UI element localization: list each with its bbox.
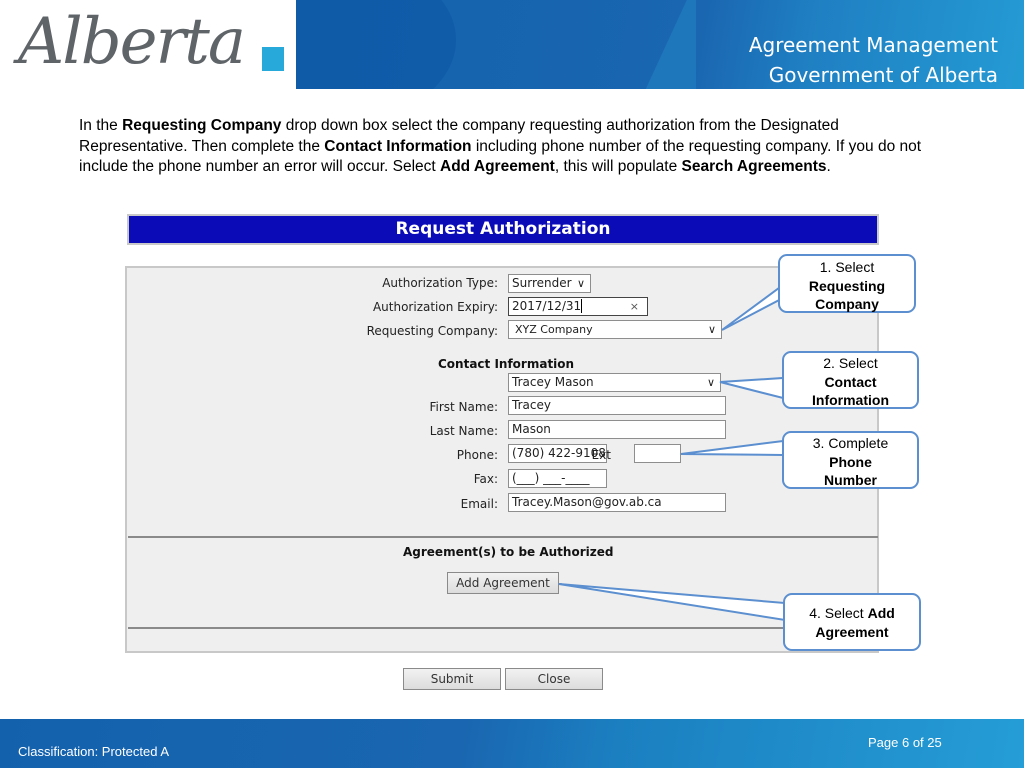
last-name-label: Last Name: — [429, 424, 498, 438]
close-button[interactable]: Close — [505, 668, 603, 690]
email-input[interactable]: Tracey.Mason@gov.ab.ca — [508, 493, 726, 512]
chevron-down-icon: ∨ — [576, 277, 585, 290]
authorization-type-value: Surrender — [512, 276, 572, 290]
alberta-logo: Alberta — [0, 0, 296, 89]
section-divider — [128, 536, 878, 538]
callout-3-step: 3. Complete — [812, 435, 889, 451]
instr-text: . — [826, 158, 831, 175]
callout-4: 4. Select Add Agreement — [783, 593, 921, 651]
instr-bold: Search Agreements — [681, 158, 827, 175]
requesting-company-label: Requesting Company: — [366, 324, 498, 338]
requesting-company-select[interactable]: XYZ Company ∨ — [508, 320, 722, 339]
instr-text: In the — [79, 117, 123, 134]
logo-square-icon — [262, 47, 284, 71]
email-label: Email: — [460, 497, 498, 511]
fax-value: (___) ___-____ — [512, 471, 590, 485]
callout-1: 1. Select Requesting Company — [778, 254, 916, 313]
authorization-expiry-label: Authorization Expiry: — [372, 300, 498, 314]
authorization-type-select[interactable]: Surrender ∨ — [508, 274, 591, 293]
logo-wordmark: Alberta — [18, 5, 246, 79]
first-name-value: Tracey — [512, 398, 551, 412]
contact-select[interactable]: Tracey Mason ∨ — [508, 373, 721, 392]
requesting-company-value: XYZ Company — [515, 323, 593, 336]
section-divider — [128, 627, 878, 629]
authorization-type-label: Authorization Type: — [382, 276, 498, 290]
instr-bold: Requesting Company — [122, 117, 282, 134]
fax-input[interactable]: (___) ___-____ — [508, 469, 607, 488]
callout-4-step: 4. Select — [809, 605, 868, 621]
contact-select-value: Tracey Mason — [512, 375, 594, 389]
clear-icon[interactable]: × — [630, 298, 639, 315]
fax-label: Fax: — [473, 472, 498, 486]
email-value: Tracey.Mason@gov.ab.ca — [512, 495, 662, 509]
last-name-value: Mason — [512, 422, 551, 436]
instr-bold: Contact Information — [324, 137, 472, 155]
callout-3-target: Phone Number — [824, 453, 877, 489]
form-title: Request Authorization — [127, 214, 879, 245]
callout-2: 2. Select Contact Information — [782, 351, 919, 409]
chevron-down-icon: ∨ — [706, 376, 715, 389]
submit-button[interactable]: Submit — [403, 668, 501, 690]
title-line-1: Agreement Management — [748, 33, 998, 57]
page-number: Page 6 of 25 — [868, 735, 942, 750]
title-line-2: Government of Alberta — [768, 63, 998, 87]
authorization-expiry-input[interactable]: 2017/12/31 × — [508, 297, 648, 316]
header-decoration — [636, 0, 696, 89]
ext-input[interactable] — [634, 444, 681, 463]
header-decoration — [296, 0, 456, 89]
classification-label: Classification: Protected A — [18, 744, 170, 759]
add-agreement-button[interactable]: Add Agreement — [447, 572, 559, 594]
text-caret — [581, 299, 583, 313]
callout-2-step: 2. Select — [823, 355, 878, 371]
authorization-expiry-value: 2017/12/31 — [512, 299, 582, 313]
callout-1-target: Requesting Company — [808, 277, 886, 313]
callout-2-target: Contact Information — [812, 373, 889, 409]
first-name-input[interactable]: Tracey — [508, 396, 726, 415]
instr-bold: Add Agreement — [440, 158, 555, 175]
callout-3: 3. Complete Phone Number — [782, 431, 919, 489]
callout-1-step: 1. Select — [819, 259, 875, 275]
instructions-text: In the Requesting Company drop down box … — [79, 116, 949, 178]
instr-text: , this will populate — [554, 158, 682, 175]
contact-information-heading: Contact Information — [438, 357, 575, 371]
header-banner: Agreement Management Government of Alber… — [296, 0, 1024, 89]
first-name-label: First Name: — [429, 400, 498, 414]
agreements-heading: Agreement(s) to be Authorized — [403, 545, 614, 559]
last-name-input[interactable]: Mason — [508, 420, 726, 439]
chevron-down-icon: ∨ — [707, 323, 716, 336]
ext-label: Ext — [591, 448, 611, 462]
page-title: Agreement Management Government of Alber… — [749, 30, 998, 89]
